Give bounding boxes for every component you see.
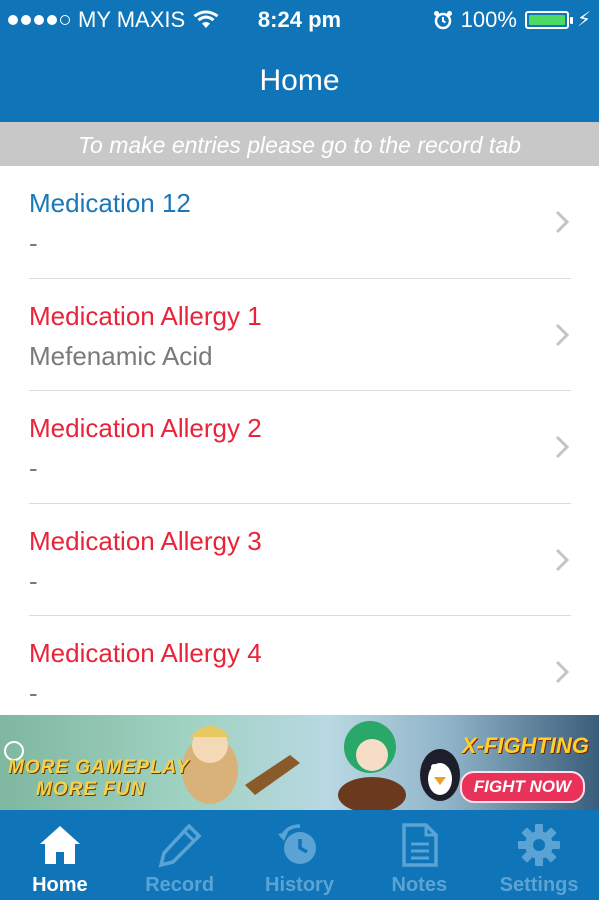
medication-list: Medication 12 - Medication Allergy 1 Mef… bbox=[0, 166, 599, 715]
tab-label: History bbox=[265, 874, 334, 896]
tab-bar: Home Record History Notes Settings bbox=[0, 810, 599, 900]
notes-icon bbox=[402, 823, 439, 867]
tab-label: Record bbox=[145, 874, 215, 896]
chevron-right-icon bbox=[555, 548, 569, 571]
list-item-subtitle: - bbox=[29, 453, 38, 483]
page-title: Home bbox=[259, 64, 340, 97]
battery-icon bbox=[524, 11, 573, 29]
list-item-subtitle: Mefenamic Acid bbox=[29, 340, 213, 371]
tab-record[interactable]: Record bbox=[120, 810, 240, 900]
tab-label: Notes bbox=[391, 874, 448, 896]
list-item-subtitle: - bbox=[29, 228, 38, 258]
ad-brand-logo: X-FIGHTING bbox=[461, 733, 589, 758]
status-right: 100% ⚡ bbox=[433, 0, 591, 40]
ad-banner[interactable]: MORE GAMEPLAY MORE FUN X-FIGHTING FIGHT … bbox=[0, 715, 599, 810]
list-item-title: Medication Allergy 3 bbox=[29, 525, 262, 556]
tab-history[interactable]: History bbox=[240, 810, 360, 900]
tab-settings[interactable]: Settings bbox=[479, 810, 599, 900]
gear-icon bbox=[518, 824, 561, 866]
list-item-medication-12[interactable]: Medication 12 - bbox=[29, 166, 571, 279]
list-item-title: Medication Allergy 4 bbox=[29, 638, 262, 668]
list-item-medication-allergy-3[interactable]: Medication Allergy 3 - bbox=[29, 504, 571, 616]
pencil-icon bbox=[158, 823, 202, 868]
navigation-bar: Home bbox=[0, 40, 599, 122]
list-item-subtitle: - bbox=[29, 678, 38, 708]
status-left: MY MAXIS bbox=[8, 0, 219, 40]
list-item-title: Medication Allergy 2 bbox=[29, 413, 262, 443]
tab-notes[interactable]: Notes bbox=[359, 810, 479, 900]
wifi-icon bbox=[193, 10, 219, 28]
chevron-right-icon bbox=[555, 660, 569, 684]
tab-label: Home bbox=[32, 874, 88, 896]
home-icon bbox=[39, 826, 80, 864]
list-item-medication-allergy-1[interactable]: Medication Allergy 1 Mefenamic Acid bbox=[29, 279, 571, 391]
battery-percent: 100% bbox=[460, 7, 517, 32]
list-item-medication-allergy-2[interactable]: Medication Allergy 2 - bbox=[29, 391, 571, 504]
list-item-subtitle: - bbox=[29, 565, 38, 596]
tab-home[interactable]: Home bbox=[0, 810, 120, 900]
ad-tagline-line2: MORE FUN bbox=[36, 779, 146, 800]
list-item-medication-allergy-4[interactable]: Medication Allergy 4 - bbox=[29, 616, 571, 715]
charging-icon: ⚡ bbox=[576, 9, 591, 31]
signal-strength-icon bbox=[8, 15, 70, 25]
ad-tagline-line1: MORE GAMEPLAY bbox=[8, 757, 190, 778]
history-icon bbox=[278, 824, 317, 864]
alarm-icon bbox=[433, 11, 452, 30]
ad-tagline: MORE GAMEPLAY MORE FUN bbox=[8, 757, 190, 801]
carrier-name: MY MAXIS bbox=[78, 7, 186, 32]
chevron-right-icon bbox=[555, 210, 569, 234]
tab-label: Settings bbox=[499, 874, 579, 896]
list-item-title: Medication Allergy 1 bbox=[29, 300, 262, 331]
list-item-title: Medication 12 bbox=[29, 188, 191, 218]
chevron-right-icon bbox=[555, 435, 569, 459]
ad-cta-button[interactable]: FIGHT NOW bbox=[459, 771, 585, 803]
status-bar: MY MAXIS 8:24 pm 100% ⚡ bbox=[0, 0, 599, 40]
info-banner: To make entries please go to the record … bbox=[0, 122, 599, 166]
chevron-right-icon bbox=[555, 323, 569, 346]
game-characters-image bbox=[182, 721, 460, 810]
